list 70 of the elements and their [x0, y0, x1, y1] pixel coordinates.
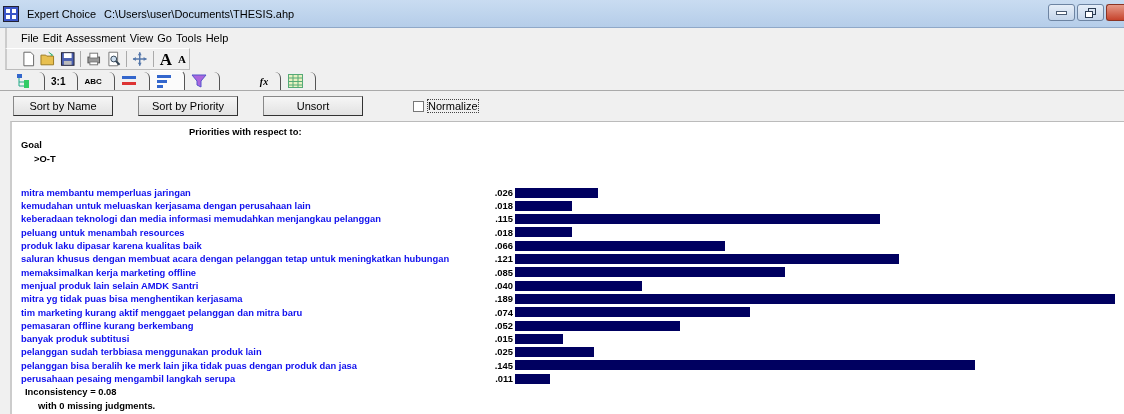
priority-value: .052 — [493, 318, 513, 333]
priority-value: .121 — [493, 252, 513, 266]
inconsistency-text: Inconsistency = 0.08 — [25, 385, 118, 399]
criterion-label: pemasaran offline kurang berkembang — [21, 318, 195, 333]
floppy-icon[interactable] — [59, 51, 76, 67]
window-title: Expert Choice — [27, 7, 97, 20]
menu-item[interactable]: Edit — [40, 32, 64, 44]
tree-icon — [16, 73, 32, 89]
priority-value: .025 — [493, 345, 513, 359]
criterion-label: perusahaan pesaing mengambil langkah serupa — [21, 372, 237, 386]
printer-icon[interactable] — [86, 51, 102, 67]
priority-value: .015 — [493, 332, 513, 346]
preview-icon[interactable] — [105, 51, 122, 67]
goal-label: Goal — [21, 138, 43, 152]
sort-button[interactable]: Sort by Priority — [138, 96, 238, 116]
criterion-label: mitra yg tidak puas bisa menghentikan kerjasama — [21, 292, 244, 306]
funnel-icon — [190, 73, 207, 89]
restore-icon — [1085, 7, 1096, 18]
sort-button[interactable]: Unsort — [263, 96, 363, 116]
reduce-font-button[interactable]: A — [178, 53, 187, 65]
menu-item[interactable]: Assessment — [63, 32, 128, 44]
criterion-label: memaksimalkan kerja marketing offline — [21, 265, 198, 279]
priority-value: .018 — [493, 225, 513, 240]
minimize-button[interactable] — [1048, 4, 1075, 21]
minimize-icon — [1056, 10, 1067, 15]
menu-item[interactable]: Go — [155, 32, 174, 44]
criterion-label: tim marketing kurang aktif menggaet pelanggan dan mitra baru — [21, 305, 304, 319]
priority-value: .085 — [493, 265, 513, 279]
criterion-label: peluang untuk menambah resources — [21, 225, 186, 240]
priority-value: .026 — [493, 185, 513, 200]
priority-value: .189 — [493, 292, 513, 306]
menu-item[interactable]: Tools — [173, 32, 204, 44]
priority-value: .066 — [493, 239, 513, 253]
criterion-label: produk laku dipasar karena kualitas baik — [21, 239, 203, 253]
checkbox[interactable] — [413, 100, 424, 112]
criterion-label: menjual produk lain selain AMDK Santri — [21, 278, 200, 293]
missing-judgments-text: with 0 missing judgments. — [38, 398, 157, 412]
move-arrows-icon[interactable] — [132, 51, 148, 67]
menu-item[interactable]: Help — [203, 32, 231, 44]
checkbox-label[interactable]: Normalize — [428, 100, 478, 112]
file-path: C:\Users\user\Documents\THESIS.ahp — [104, 7, 295, 20]
criterion-label: mitra membantu memperluas jaringan — [21, 185, 192, 200]
criterion-label: keberadaan teknologi dan media informasi memudahkan menjangkau pelanggan — [21, 212, 382, 226]
priority-value: .145 — [493, 358, 513, 373]
enlarge-font-button[interactable]: A — [159, 50, 173, 68]
priority-value: .011 — [494, 372, 513, 386]
criterion-label: kemudahan untuk meluaskan kerjasama dengan perusahaan lain — [21, 199, 312, 213]
priority-value: .074 — [493, 305, 513, 319]
sort-button[interactable]: Sort by Name — [13, 96, 113, 116]
node-label: >O-T — [34, 151, 57, 165]
new-file-icon[interactable] — [21, 51, 37, 67]
priority-bar — [515, 227, 573, 238]
priority-bar — [515, 333, 563, 344]
menu-item[interactable]: File — [19, 32, 41, 44]
priority-value: .018 — [493, 199, 513, 213]
menu-item[interactable]: View — [127, 32, 156, 44]
priority-value: .115 — [494, 212, 513, 226]
criterion-label: banyak produk subtitusi — [21, 332, 131, 346]
priority-bar — [515, 373, 550, 384]
criterion-label: pelanggan bisa beralih ke merk lain jika tidak puas dengan produk dan jasa — [21, 358, 359, 373]
table-icon — [287, 73, 304, 89]
criterion-label: pelanggan sudah terbbiasa menggunakan produk lain — [21, 345, 263, 359]
report-heading: Priorities with respect to: — [189, 125, 303, 139]
criterion-label: saluran khusus dengan membuat acara dengan pelanggan tetap untuk meningkatkan hubungan — [21, 252, 451, 266]
priority-value: .040 — [493, 278, 513, 293]
close-button[interactable] — [1106, 4, 1124, 21]
restore-button[interactable] — [1077, 4, 1104, 21]
bar-chart-icon — [155, 72, 172, 89]
priority-bar — [515, 200, 573, 211]
app-icon — [3, 5, 19, 22]
